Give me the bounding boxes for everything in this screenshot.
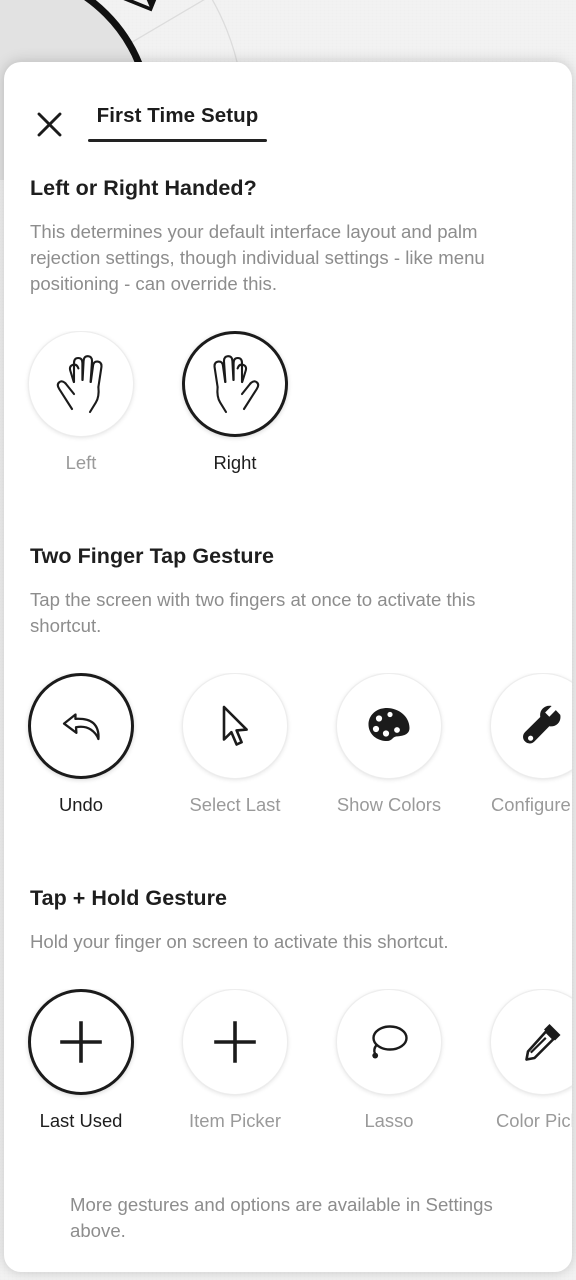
option-circle [182, 673, 288, 779]
option-label: Configure To [491, 794, 572, 815]
hand-left-icon [56, 355, 103, 414]
plus-icon [60, 1021, 102, 1063]
tap-hold-option-row[interactable]: Last Used Item Picker Lasso Color Pic [4, 989, 572, 1132]
cursor-arrow-icon [222, 705, 248, 746]
option-circle [490, 673, 572, 779]
palette-icon [368, 708, 410, 741]
option-item-picker[interactable]: Item Picker [182, 989, 288, 1132]
option-last-used[interactable]: Last Used [28, 989, 134, 1132]
undo-arrow-icon [62, 713, 100, 741]
section-description-handedness: This determines your default interface l… [30, 221, 485, 294]
sheet-scroll-body[interactable]: Left or Right Handed? This determines yo… [4, 154, 572, 1272]
section-title-handedness: Left or Right Handed? [30, 176, 257, 200]
option-label: Show Colors [336, 794, 442, 815]
tab-active-underline [88, 139, 267, 142]
lasso-icon [372, 1025, 408, 1059]
option-select-last[interactable]: Select Last [182, 673, 288, 816]
section-two-finger-tap: Two Finger Tap Gesture Tap the screen wi… [4, 474, 572, 816]
hand-right-icon [213, 355, 260, 414]
option-circle [28, 673, 134, 779]
section-handedness: Left or Right Handed? This determines yo… [4, 154, 572, 474]
option-circle [336, 989, 442, 1095]
eyedropper-icon [525, 1024, 561, 1061]
option-right-handed[interactable]: Right [182, 331, 288, 474]
option-circle [490, 989, 572, 1095]
option-circle [28, 331, 134, 437]
option-label: Last Used [39, 1110, 123, 1131]
section-tap-hold: Tap + Hold Gesture Hold your finger on s… [4, 816, 572, 1132]
option-color-picker[interactable]: Color Picke [490, 989, 572, 1132]
option-show-colors[interactable]: Show Colors [336, 673, 442, 816]
section-title-two-finger-tap: Two Finger Tap Gesture [30, 544, 274, 568]
two-finger-tap-option-row[interactable]: Undo Select Last Show Colors Configure [4, 673, 572, 816]
handedness-option-row[interactable]: Left Right [4, 331, 572, 474]
page-title: First Time Setup [96, 104, 259, 127]
section-description-two-finger-tap: Tap the screen with two fingers at once … [30, 589, 476, 636]
option-label: Left [65, 452, 97, 473]
close-button[interactable] [26, 102, 72, 148]
option-label: Right [213, 452, 257, 473]
option-lasso[interactable]: Lasso [336, 989, 442, 1132]
section-description-tap-hold: Hold your finger on screen to activate t… [30, 931, 449, 952]
sheet-header: First Time Setup [4, 62, 572, 154]
first-time-setup-sheet: First Time Setup Left or Right Handed? T… [4, 62, 572, 1272]
option-circle [182, 331, 288, 437]
option-label: Select Last [189, 794, 281, 815]
wrench-icon [523, 705, 561, 744]
option-label: Item Picker [189, 1110, 281, 1131]
option-circle [28, 989, 134, 1095]
option-label: Lasso [364, 1110, 414, 1131]
option-left-handed[interactable]: Left [28, 331, 134, 474]
section-title-tap-hold: Tap + Hold Gesture [30, 886, 228, 910]
plus-icon [214, 1021, 256, 1063]
option-circle [336, 673, 442, 779]
option-label: Undo [59, 794, 103, 815]
close-icon [37, 112, 61, 137]
option-undo[interactable]: Undo [28, 673, 134, 816]
footer-note: More gestures and options are available … [70, 1194, 493, 1241]
option-configure-tools[interactable]: Configure To [490, 673, 572, 816]
tab-first-time-setup[interactable]: First Time Setup [88, 104, 267, 145]
option-circle [182, 989, 288, 1095]
option-label: Color Picke [495, 1110, 572, 1131]
